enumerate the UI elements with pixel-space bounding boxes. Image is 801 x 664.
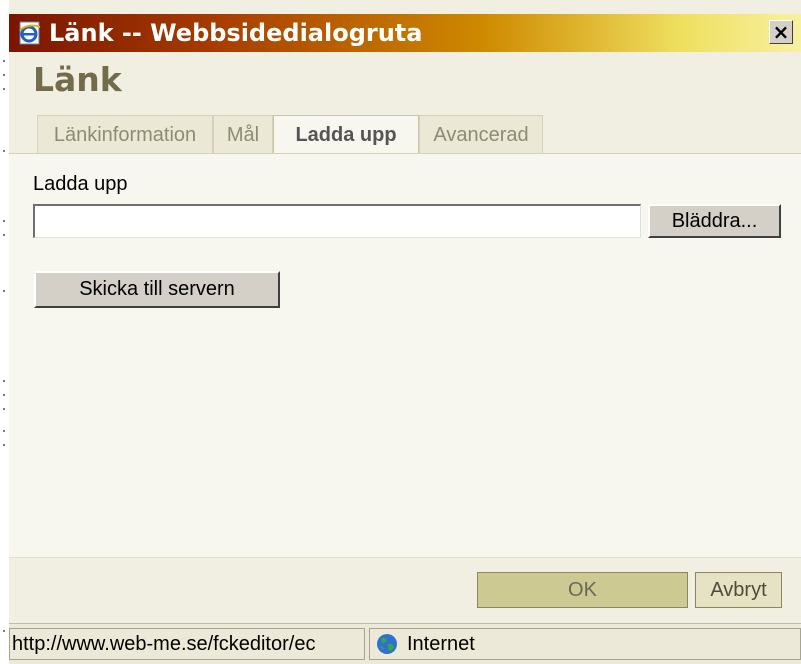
close-button[interactable]: ×	[769, 20, 793, 44]
dialog-window: Länk -- Webbsidedialogruta × Länk Länkin…	[9, 0, 801, 664]
cancel-button[interactable]: Avbryt	[695, 572, 782, 608]
tab-upload[interactable]: Ladda upp	[273, 115, 419, 155]
globe-icon	[376, 633, 398, 655]
upload-label: Ladda upp	[33, 173, 128, 195]
close-icon: ×	[772, 20, 790, 44]
zone-label: Internet	[407, 633, 475, 655]
status-bar: http://www.web-me.se/fckeditor/ec Intern…	[9, 623, 801, 664]
ok-button[interactable]: OK	[477, 572, 688, 608]
window-title: Länk -- Webbsidedialogruta	[49, 19, 423, 47]
tab-link-info[interactable]: Länkinformation	[37, 115, 213, 153]
status-url: http://www.web-me.se/fckeditor/ec	[9, 628, 365, 660]
browse-button[interactable]: Bläddra...	[648, 204, 781, 238]
upload-file-input[interactable]	[33, 204, 641, 238]
send-to-server-button[interactable]: Skicka till servern	[34, 271, 280, 308]
title-bar: Länk -- Webbsidedialogruta ×	[9, 14, 801, 52]
ie-document-icon	[17, 20, 43, 46]
left-edge-dots	[0, 0, 9, 663]
security-zone: Internet	[369, 628, 801, 660]
tab-advanced[interactable]: Avancerad	[419, 115, 543, 153]
dialog-heading: Länk	[33, 60, 122, 99]
tab-target[interactable]: Mål	[213, 115, 273, 153]
